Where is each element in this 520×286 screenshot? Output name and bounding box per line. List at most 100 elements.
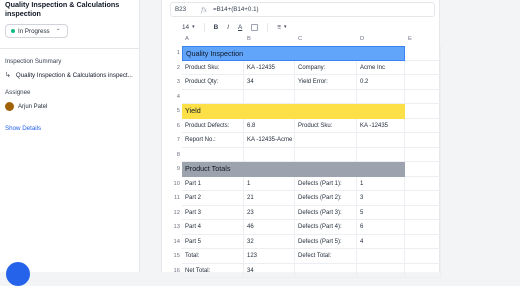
section-header-cell[interactable]: Quality Inspection [182, 46, 405, 61]
column-header-c[interactable]: C [298, 36, 302, 46]
cell[interactable] [182, 147, 244, 162]
text-color-button[interactable]: A [238, 24, 242, 31]
section-header-cell[interactable]: Product Totals [182, 162, 405, 177]
cell[interactable]: 5 [357, 205, 405, 220]
cell[interactable]: Product Sku: [295, 118, 357, 133]
row-number[interactable]: 10 [168, 181, 180, 187]
row-number[interactable]: 9 [168, 166, 180, 172]
cell[interactable]: 1 [244, 176, 295, 191]
cell[interactable] [295, 147, 357, 162]
cell[interactable]: Defects (Part 2): [295, 191, 357, 206]
cell[interactable] [295, 89, 357, 104]
cell[interactable] [357, 249, 405, 264]
row-number[interactable]: 1 [168, 50, 180, 56]
cell[interactable]: 6 [357, 220, 405, 235]
cell[interactable]: Product Defects: [182, 118, 244, 133]
cell[interactable] [405, 162, 441, 177]
cell[interactable]: Report No.: [182, 133, 244, 148]
formula-bar[interactable]: B23 fx =B14+(B14+0.1) [170, 2, 435, 17]
cell[interactable] [244, 147, 295, 162]
status-dropdown[interactable]: In Progress ⌃ [5, 24, 68, 38]
cell[interactable]: Product Sku: [182, 60, 244, 75]
assignee[interactable]: Arjun Patel [5, 102, 47, 111]
cell[interactable] [405, 147, 441, 162]
cell[interactable]: 6.8 [244, 118, 295, 133]
row-number[interactable]: 13 [168, 224, 180, 230]
column-header-b[interactable]: B [247, 36, 251, 46]
align-button[interactable]: ≡ ▾ [277, 24, 286, 31]
cell[interactable]: Defect Total: [295, 249, 357, 264]
cell[interactable] [405, 191, 441, 206]
cell[interactable] [405, 234, 441, 249]
formula-input[interactable]: =B14+(B14+0.1) [213, 6, 259, 13]
cell[interactable]: 4 [357, 234, 405, 249]
cell[interactable] [244, 89, 295, 104]
cell[interactable] [405, 220, 441, 235]
row-number[interactable]: 3 [168, 79, 180, 85]
section-header-cell[interactable]: Yield [182, 104, 405, 119]
cell[interactable] [357, 263, 405, 278]
cell[interactable]: Part 1 [182, 176, 244, 191]
cell[interactable]: Defects (Part 3): [295, 205, 357, 220]
cell[interactable] [357, 89, 405, 104]
cell[interactable]: Defects (Part 4): [295, 220, 357, 235]
row-number[interactable]: 2 [168, 65, 180, 71]
row-number[interactable]: 15 [168, 253, 180, 259]
cell[interactable] [405, 205, 441, 220]
row-number[interactable]: 12 [168, 210, 180, 216]
cell[interactable]: 34 [244, 263, 295, 278]
cell[interactable] [405, 75, 441, 90]
cell[interactable] [405, 60, 441, 75]
cell[interactable]: Yield Error: [295, 75, 357, 90]
cell[interactable]: Part 4 [182, 220, 244, 235]
cell[interactable]: Part 5 [182, 234, 244, 249]
cell[interactable]: Acme Inc [357, 60, 405, 75]
cell[interactable] [405, 176, 441, 191]
cell[interactable] [405, 263, 441, 278]
help-button[interactable] [6, 262, 30, 286]
cell[interactable]: Defects (Part 1): [295, 176, 357, 191]
font-size-select[interactable]: 14 ▾ [182, 24, 195, 31]
row-number[interactable]: 14 [168, 239, 180, 245]
cell[interactable]: 1 [357, 176, 405, 191]
summary-link[interactable]: ↳ Quality Inspection & Calculations insp… [5, 71, 133, 80]
fill-color-button[interactable] [251, 23, 259, 31]
cell[interactable] [405, 133, 441, 148]
cell[interactable]: 123 [244, 249, 295, 264]
cell[interactable] [295, 133, 357, 148]
cell[interactable]: Defects (Part 5): [295, 234, 357, 249]
cell[interactable]: 0.2 [357, 75, 405, 90]
row-number[interactable]: 6 [168, 123, 180, 129]
row-number[interactable]: 4 [168, 94, 180, 100]
cell[interactable] [405, 46, 441, 61]
cell[interactable]: Net Total: [182, 263, 244, 278]
cell[interactable] [357, 133, 405, 148]
cell[interactable] [182, 89, 244, 104]
cell[interactable]: 34 [244, 75, 295, 90]
row-number[interactable]: 7 [168, 137, 180, 143]
cell[interactable]: Part 2 [182, 191, 244, 206]
cell[interactable]: 32 [244, 234, 295, 249]
cell[interactable] [405, 118, 441, 133]
cell[interactable] [405, 249, 441, 264]
cell[interactable]: Part 3 [182, 205, 244, 220]
cell[interactable]: KA -12435 [244, 60, 295, 75]
cell[interactable]: KA -12435-Acme [244, 133, 295, 148]
cell[interactable]: 3 [357, 191, 405, 206]
cell[interactable] [405, 89, 441, 104]
column-header-e[interactable]: E [408, 36, 412, 46]
show-details-link[interactable]: Show Details [5, 125, 41, 132]
bold-button[interactable]: B [214, 24, 219, 31]
column-header-d[interactable]: D [360, 36, 364, 46]
cell[interactable] [405, 104, 441, 119]
cell[interactable]: 21 [244, 191, 295, 206]
row-number[interactable]: 11 [168, 195, 180, 201]
row-number[interactable]: 5 [168, 108, 180, 114]
cell[interactable]: Company: [295, 60, 357, 75]
italic-button[interactable]: I [227, 24, 229, 31]
cell[interactable]: 46 [244, 220, 295, 235]
cell-reference[interactable]: B23 [171, 6, 201, 13]
column-header-a[interactable]: A [185, 36, 189, 46]
cell[interactable] [295, 263, 357, 278]
row-number[interactable]: 16 [168, 268, 180, 274]
